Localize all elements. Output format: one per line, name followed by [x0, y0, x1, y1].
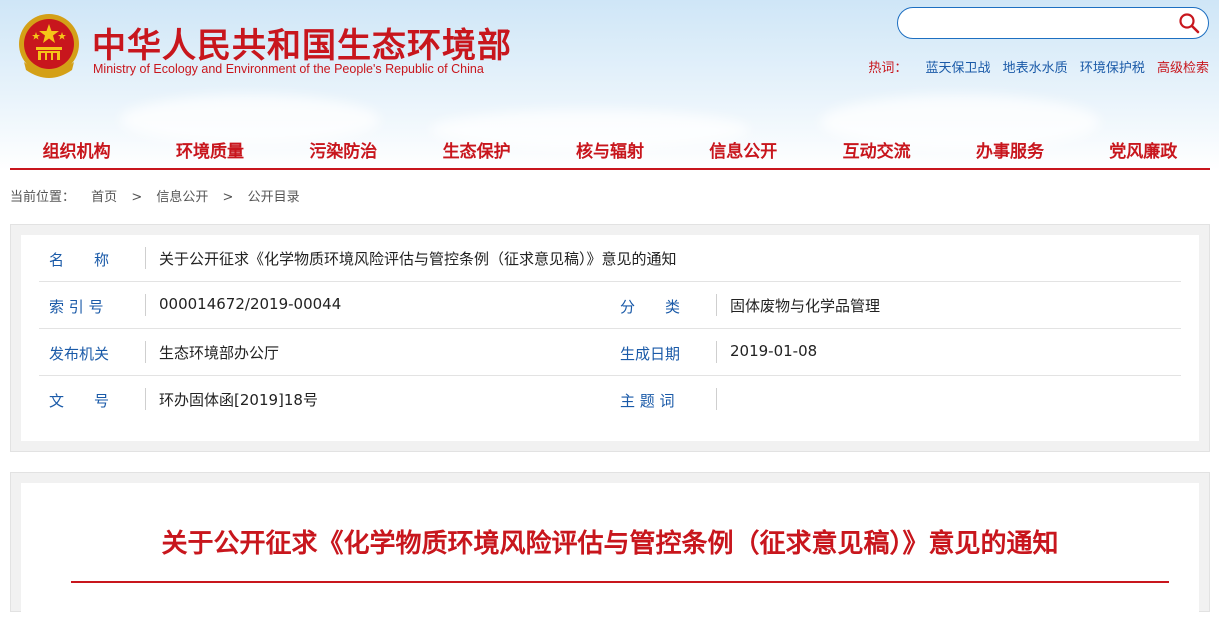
- search-box: [897, 7, 1209, 39]
- meta-category-label: 分 类: [620, 298, 681, 316]
- meta-name-value: 关于公开征求《化学物质环境风险评估与管控条例（征求意见稿）》意见的通知: [159, 250, 677, 268]
- meta-index-value: 000014672/2019-00044: [159, 295, 342, 313]
- hot-link-env-tax[interactable]: 环境保护税: [1080, 61, 1145, 76]
- breadcrumb-label: 当前位置：: [10, 190, 76, 205]
- meta-category-value: 固体废物与化学品管理: [730, 297, 881, 315]
- breadcrumb-separator: >: [222, 190, 234, 205]
- divider: [145, 247, 146, 269]
- hot-words: 热词： 蓝天保卫战 地表水水质 环境保护税 高级检索: [868, 57, 1209, 76]
- document-meta-panel: 名 称 关于公开征求《化学物质环境风险评估与管控条例（征求意见稿）》意见的通知 …: [10, 224, 1210, 452]
- advanced-search-link[interactable]: 高级检索: [1157, 61, 1209, 76]
- breadcrumb-home[interactable]: 首页: [91, 190, 117, 205]
- divider: [145, 294, 146, 316]
- site-header: 中华人民共和国生态环境部 Ministry of Ecology and Env…: [0, 0, 1219, 170]
- site-subtitle: Ministry of Ecology and Environment of t…: [93, 62, 484, 76]
- document-meta-table: 名 称 关于公开征求《化学物质环境风险评估与管控条例（征求意见稿）》意见的通知 …: [21, 235, 1199, 441]
- meta-row-docno: 文 号 环办固体函[2019]18号 主 题 词: [39, 376, 1181, 422]
- hot-words-label: 热词：: [868, 61, 908, 76]
- meta-keywords-label: 主 题 词: [620, 392, 675, 410]
- article-title: 关于公开征求《化学物质环境风险评估与管控条例（征求意见稿）》意见的通知: [161, 529, 1059, 559]
- nav-item-party-integrity[interactable]: 党风廉政: [1077, 138, 1210, 168]
- nav-item-ecology[interactable]: 生态保护: [410, 138, 543, 168]
- nav-item-services[interactable]: 办事服务: [943, 138, 1076, 168]
- meta-row-publisher: 发布机关 生态环境部办公厅 生成日期 2019-01-08: [39, 329, 1181, 376]
- breadcrumb-separator: >: [131, 190, 143, 205]
- article-panel: 关于公开征求《化学物质环境风险评估与管控条例（征求意见稿）》意见的通知: [10, 472, 1210, 623]
- main-nav: 组织机构 环境质量 污染防治 生态保护 核与辐射 信息公开 互动交流 办事服务 …: [10, 138, 1210, 170]
- divider: [145, 341, 146, 363]
- site-title[interactable]: 中华人民共和国生态环境部: [92, 18, 512, 67]
- breadcrumb-info-public[interactable]: 信息公开: [156, 190, 208, 205]
- meta-docno-value: 环办固体函[2019]18号: [159, 391, 318, 409]
- meta-docno-label: 文 号: [49, 392, 110, 410]
- nav-item-environment-quality[interactable]: 环境质量: [143, 138, 276, 168]
- divider: [716, 341, 717, 363]
- divider: [716, 388, 717, 410]
- meta-name-label: 名 称: [49, 251, 110, 269]
- nav-item-interaction[interactable]: 互动交流: [810, 138, 943, 168]
- meta-publisher-label: 发布机关: [49, 345, 110, 363]
- article-content: 关于公开征求《化学物质环境风险评估与管控条例（征求意见稿）》意见的通知: [21, 483, 1199, 623]
- nav-item-information[interactable]: 信息公开: [677, 138, 810, 168]
- search-icon[interactable]: [1178, 12, 1200, 34]
- divider: [716, 294, 717, 316]
- nav-item-organization[interactable]: 组织机构: [10, 138, 143, 168]
- breadcrumb: 当前位置： 首页 > 信息公开 > 公开目录: [10, 186, 300, 205]
- meta-publisher-value: 生态环境部办公厅: [159, 344, 280, 362]
- national-emblem-icon[interactable]: [14, 10, 84, 82]
- nav-item-nuclear-radiation[interactable]: 核与辐射: [543, 138, 676, 168]
- hot-link-blue-sky[interactable]: 蓝天保卫战: [926, 61, 991, 76]
- meta-index-label: 索 引 号: [49, 298, 104, 316]
- title-divider: [71, 581, 1169, 583]
- breadcrumb-catalog[interactable]: 公开目录: [248, 190, 300, 205]
- meta-date-label: 生成日期: [620, 345, 681, 363]
- meta-date-value: 2019-01-08: [730, 342, 818, 360]
- meta-row-index: 索 引 号 000014672/2019-00044 分 类 固体废物与化学品管…: [39, 282, 1181, 329]
- divider: [145, 388, 146, 410]
- search-input[interactable]: [912, 13, 1166, 35]
- meta-row-name: 名 称 关于公开征求《化学物质环境风险评估与管控条例（征求意见稿）》意见的通知: [39, 235, 1181, 282]
- hot-link-surface-water[interactable]: 地表水水质: [1003, 61, 1068, 76]
- nav-item-pollution-control[interactable]: 污染防治: [277, 138, 410, 168]
